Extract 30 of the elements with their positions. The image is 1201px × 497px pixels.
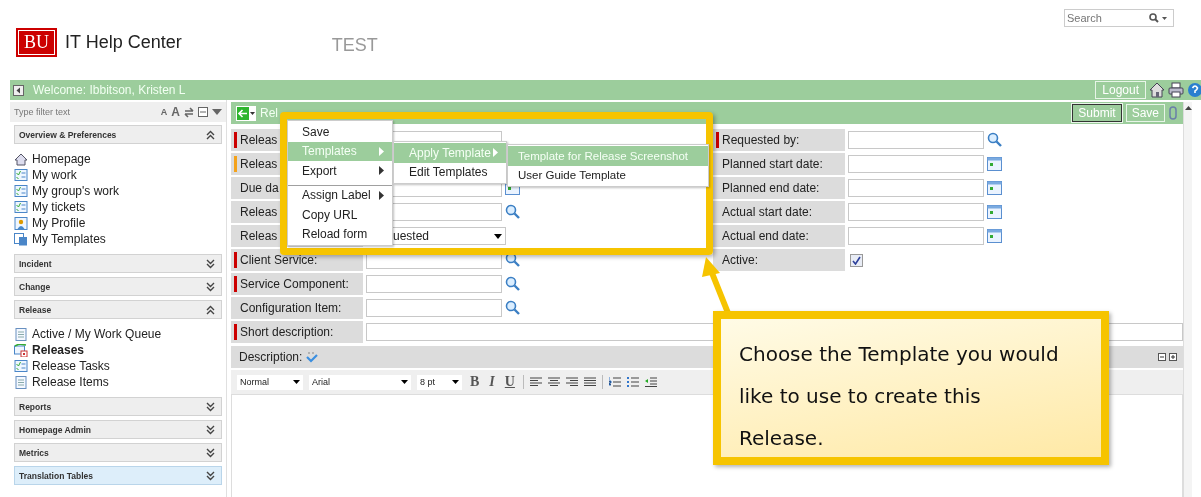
field-label-text: Service Component:	[240, 277, 349, 291]
field-label-text: Due da	[240, 181, 279, 195]
field-label-text: Active:	[722, 253, 758, 267]
logo: BU	[16, 27, 57, 57]
section-title: Homepage Admin	[19, 424, 91, 435]
field-label-text: Releas	[240, 157, 278, 171]
field-label-text: Requested by:	[722, 133, 800, 147]
section-title: Translation Tables	[19, 470, 93, 481]
field-label-text: Releas	[240, 229, 278, 243]
callout-text: Choose the Template you would like to use to create this Release.	[739, 341, 1060, 452]
field-label-text: Short description:	[240, 325, 334, 339]
description-label: Description:	[239, 350, 303, 364]
section-title: Release	[19, 304, 52, 315]
section-title: Reports	[19, 401, 52, 412]
app-title: IT Help Center	[65, 31, 182, 53]
section-title: Change	[19, 281, 51, 292]
form-title: Rel	[260, 106, 278, 120]
welcome-text: Welcome: Ibbitson, Kristen L	[33, 83, 187, 97]
field-label-text: Planned end date:	[722, 181, 820, 195]
field-label-text: Configuration Item:	[240, 301, 342, 315]
field-label-text: Releas	[240, 133, 278, 147]
field-label-text: Actual end date:	[722, 229, 809, 243]
field-label-text: Planned start date:	[722, 157, 823, 171]
environment-label: TEST	[331, 34, 378, 56]
field-label-text: Releas	[240, 205, 278, 219]
section-title: Metrics	[19, 447, 49, 458]
field-label-text: Client Service:	[240, 253, 318, 267]
section-title: Incident	[19, 258, 52, 269]
field-label-text: Actual start date:	[722, 205, 813, 219]
section-title: Overview & Preferences	[19, 129, 117, 140]
